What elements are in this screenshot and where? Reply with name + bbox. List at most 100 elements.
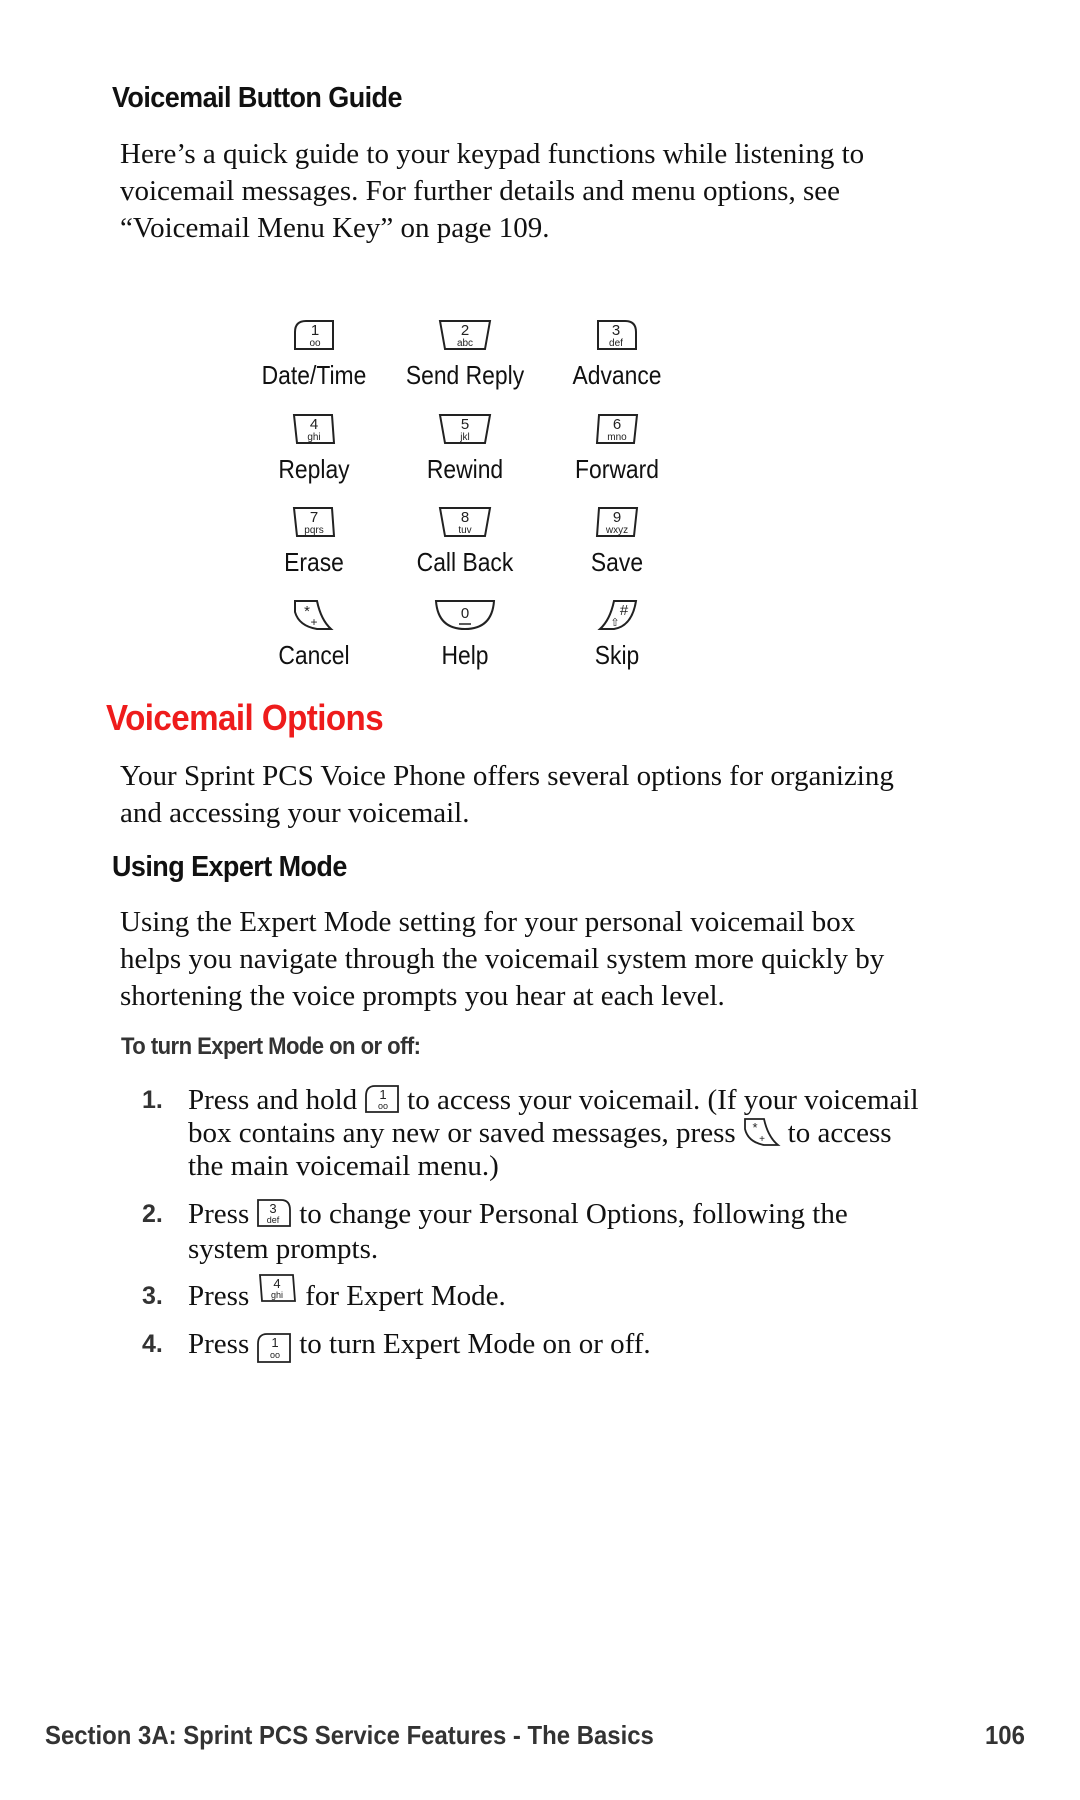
svg-text:+: + (759, 1134, 765, 1145)
svg-text:ghi: ghi (307, 432, 320, 443)
key-star-icon: * + (743, 1118, 781, 1147)
key-4-icon: 4 ghi (292, 414, 336, 444)
key-1-voicemail-icon: 1 oo (257, 1333, 292, 1364)
step-1-line-3: the main voicemail menu.) (188, 1150, 499, 1182)
key-star-icon: * + (294, 600, 334, 630)
step-1-line-2: box contains any new or saved messages, … (188, 1117, 892, 1149)
key-guide-cancel: * + Cancel (234, 598, 394, 671)
key-guide-replay: 4 ghi Replay (234, 412, 394, 485)
step-2-line-1: Press 3 def to change your Personal Opti… (188, 1198, 848, 1230)
key-7-icon: 7 pqrs (292, 507, 336, 537)
key-6-icon: 6 mno (595, 414, 639, 444)
key-5-icon: 5 jkl (438, 414, 492, 444)
svg-text:jkl: jkl (459, 432, 469, 443)
key-3-icon: 3 def (597, 320, 637, 350)
key-label: Erase (284, 547, 344, 577)
key-0-icon: 0 (434, 600, 496, 631)
expert-mode-intro: Using the Expert Mode setting for your p… (120, 904, 884, 1015)
key-guide-rewind: 5 jkl Rewind (385, 412, 545, 485)
svg-text:4: 4 (274, 1276, 281, 1291)
svg-text:⇧: ⇧ (610, 617, 619, 629)
svg-text:6: 6 (613, 416, 621, 433)
key-2-icon: 2 abc (438, 320, 492, 350)
key-label: Date/Time (261, 360, 367, 390)
section-heading-expert-mode: Using Expert Mode (112, 851, 347, 883)
svg-text:4: 4 (310, 416, 318, 433)
key-label: Rewind (426, 454, 504, 484)
key-guide-advance: 3 def Advance (537, 318, 697, 391)
intro-line: “Voicemail Menu Key” on page 109. (120, 212, 550, 244)
svg-text:oo: oo (378, 1101, 388, 1111)
key-guide-erase: 7 pqrs Erase (234, 505, 394, 578)
intro-line: Your Sprint PCS Voice Phone offers sever… (120, 760, 894, 792)
svg-text:ghi: ghi (271, 1290, 283, 1300)
intro-line: Here’s a quick guide to your keypad func… (120, 138, 865, 170)
key-pound-icon: # ⇧ (597, 600, 638, 630)
svg-text:wxyz: wxyz (605, 525, 628, 536)
key-guide-forward: 6 mno Forward (537, 412, 697, 485)
step-number: 1. (142, 1086, 163, 1114)
svg-text:#: # (620, 602, 629, 619)
svg-text:5: 5 (461, 416, 469, 433)
step-3-line-1: Press 4 ghi for Expert Mode. (188, 1274, 506, 1315)
step-number: 3. (142, 1282, 163, 1310)
key-label: Replay (278, 454, 350, 484)
button-guide-intro: Here’s a quick guide to your keypad func… (120, 136, 864, 247)
key-label: Save (590, 547, 644, 577)
svg-text:abc: abc (457, 338, 473, 349)
svg-text:1: 1 (272, 1335, 279, 1350)
svg-text:oo: oo (270, 1350, 280, 1360)
key-label: Call Back (416, 547, 514, 577)
intro-line: helps you navigate through the voicemail… (120, 943, 885, 975)
key-label: Send Reply (405, 360, 525, 390)
procedure-title: To turn Expert Mode on or off: (121, 1033, 421, 1060)
svg-text:def: def (609, 338, 623, 349)
footer-section-title: Section 3A: Sprint PCS Service Features … (45, 1720, 654, 1750)
step-4-line-1: Press 1 oo to turn Expert Mode on or off… (188, 1326, 651, 1364)
key-guide-send-reply: 2 abc Send Reply (385, 318, 545, 391)
intro-line: and accessing your voicemail. (120, 797, 470, 829)
section-heading-button-guide: Voicemail Button Guide (112, 82, 402, 114)
key-guide-save: 9 wxyz Save (537, 505, 697, 578)
svg-text:0: 0 (461, 605, 469, 622)
key-9-icon: 9 wxyz (595, 507, 639, 537)
step-number: 2. (142, 1200, 163, 1228)
svg-text:*: * (304, 603, 310, 620)
key-1-voicemail-icon: 1 oo (365, 1085, 400, 1114)
intro-line: Using the Expert Mode setting for your p… (120, 906, 856, 938)
svg-text:*: * (752, 1120, 757, 1135)
svg-text:9: 9 (613, 509, 621, 526)
step-number: 4. (142, 1330, 163, 1358)
key-1-voicemail-icon: 1 oo (294, 320, 334, 350)
step-1-line-1: Press and hold 1 oo to access your voice… (188, 1084, 919, 1116)
key-4-icon: 4 ghi (259, 1274, 297, 1303)
footer-page-number: 106 (985, 1720, 1025, 1750)
intro-line: voicemail messages. For further details … (120, 175, 840, 207)
key-label: Advance (572, 360, 662, 390)
svg-text:1: 1 (380, 1087, 387, 1102)
svg-text:def: def (267, 1215, 280, 1225)
key-3-icon: 3 def (257, 1199, 292, 1228)
intro-line: shortening the voice prompts you hear at… (120, 980, 725, 1012)
key-label: Skip (594, 640, 640, 670)
svg-text:7: 7 (310, 509, 318, 526)
svg-text:3: 3 (270, 1201, 277, 1216)
key-guide-skip: # ⇧ Skip (537, 598, 697, 671)
key-label: Help (441, 640, 489, 670)
section-heading-voicemail-options: Voicemail Options (106, 697, 384, 738)
svg-text:+: + (310, 615, 317, 629)
svg-text:8: 8 (461, 509, 469, 526)
svg-text:1: 1 (311, 322, 319, 339)
svg-text:2: 2 (461, 322, 469, 339)
key-label: Cancel (278, 640, 350, 670)
voicemail-options-intro: Your Sprint PCS Voice Phone offers sever… (120, 758, 894, 832)
svg-text:tuv: tuv (458, 525, 471, 536)
svg-text:pqrs: pqrs (304, 525, 323, 536)
key-guide-call-back: 8 tuv Call Back (385, 505, 545, 578)
svg-text:mno: mno (607, 432, 627, 443)
step-2-line-2: system prompts. (188, 1233, 379, 1265)
key-label: Forward (575, 454, 659, 484)
svg-text:oo: oo (309, 338, 321, 349)
key-8-icon: 8 tuv (438, 507, 492, 537)
svg-text:3: 3 (612, 322, 620, 339)
